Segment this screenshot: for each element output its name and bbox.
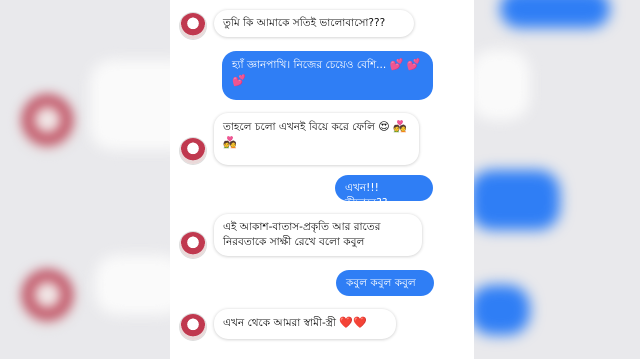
bg-white-bubble-right — [470, 50, 530, 120]
message-text: এখন থেকে আমরা স্বামী-স্ত্রী — [223, 317, 336, 329]
contact-avatar[interactable] — [180, 13, 206, 39]
incoming-message: এই আকাশ-বাতাস-প্রকৃতি আর রাতের নিরবতাকে … — [214, 214, 422, 256]
contact-avatar[interactable] — [180, 232, 206, 258]
message-text: এখন!!! কীভাবে?? — [345, 182, 388, 209]
message-text: কবুল কবুল কবুল — [346, 277, 416, 289]
bg-avatar-2 — [20, 270, 75, 325]
contact-avatar[interactable] — [180, 314, 206, 340]
bg-blue-bubble-top — [500, 0, 610, 28]
outgoing-message: এখন!!! কীভাবে?? — [335, 175, 433, 209]
bg-blue-bubble-mid — [470, 170, 560, 230]
bg-avatar-1 — [20, 95, 75, 150]
message-text: হ্যাঁ জ্ঞানপাখি। নিজের চেয়েও বেশি... — [232, 59, 387, 71]
outgoing-message: হ্যাঁ জ্ঞানপাখি। নিজের চেয়েও বেশি... 💕 … — [222, 51, 433, 100]
bg-blue-bubble-low — [470, 285, 530, 335]
outgoing-message: কবুল কবুল কবুল — [336, 270, 434, 296]
message-text: এই আকাশ-বাতাস-প্রকৃতি আর রাতের নিরবতাকে … — [223, 221, 381, 248]
message-text: তুমি কি আমাকে সতিই ভালোবাসো??? — [223, 17, 386, 29]
chat-thread: তুমি কি আমাকে সতিই ভালোবাসো??? হ্যাঁ জ্ঞ… — [170, 0, 474, 359]
contact-avatar[interactable] — [180, 138, 206, 164]
incoming-message: এখন থেকে আমরা স্বামী-স্ত্রী ❤️❤️ — [214, 309, 396, 339]
incoming-message: তাহলে চলো এখনই বিয়ে করে ফেলি 😍 💑💑 — [214, 113, 419, 165]
heart-emoji: ❤️❤️ — [339, 316, 367, 329]
incoming-message: তুমি কি আমাকে সতিই ভালোবাসো??? — [214, 10, 414, 37]
message-text: তাহলে চলো এখনই বিয়ে করে ফেলি — [223, 121, 375, 133]
